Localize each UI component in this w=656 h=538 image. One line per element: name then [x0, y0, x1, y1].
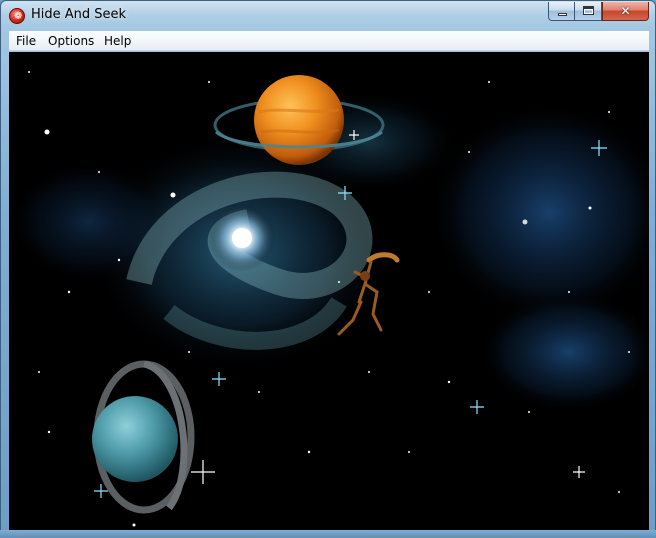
- minimize-icon: [558, 13, 567, 16]
- app-icon[interactable]: ❁: [9, 8, 25, 24]
- menu-bar: File Options Help: [9, 31, 649, 51]
- menu-file[interactable]: File: [14, 33, 38, 49]
- menu-options[interactable]: Options: [46, 33, 96, 49]
- menu-help[interactable]: Help: [102, 33, 133, 49]
- window-title: Hide And Seek: [31, 7, 127, 22]
- maximize-button[interactable]: [575, 2, 602, 21]
- title-bar[interactable]: ❁ Hide And Seek ✕: [1, 1, 655, 29]
- space-scene[interactable]: [9, 52, 649, 531]
- close-button[interactable]: ✕: [602, 2, 649, 21]
- minimize-button[interactable]: [548, 2, 575, 21]
- close-icon: ✕: [620, 4, 631, 18]
- blue-ringed-planet[interactable]: [92, 360, 195, 514]
- game-canvas[interactable]: [9, 52, 649, 531]
- app-window: ❁ Hide And Seek ✕ File Options Help: [0, 0, 656, 538]
- maximize-icon: [583, 6, 594, 15]
- window-bottom-border: [0, 530, 656, 538]
